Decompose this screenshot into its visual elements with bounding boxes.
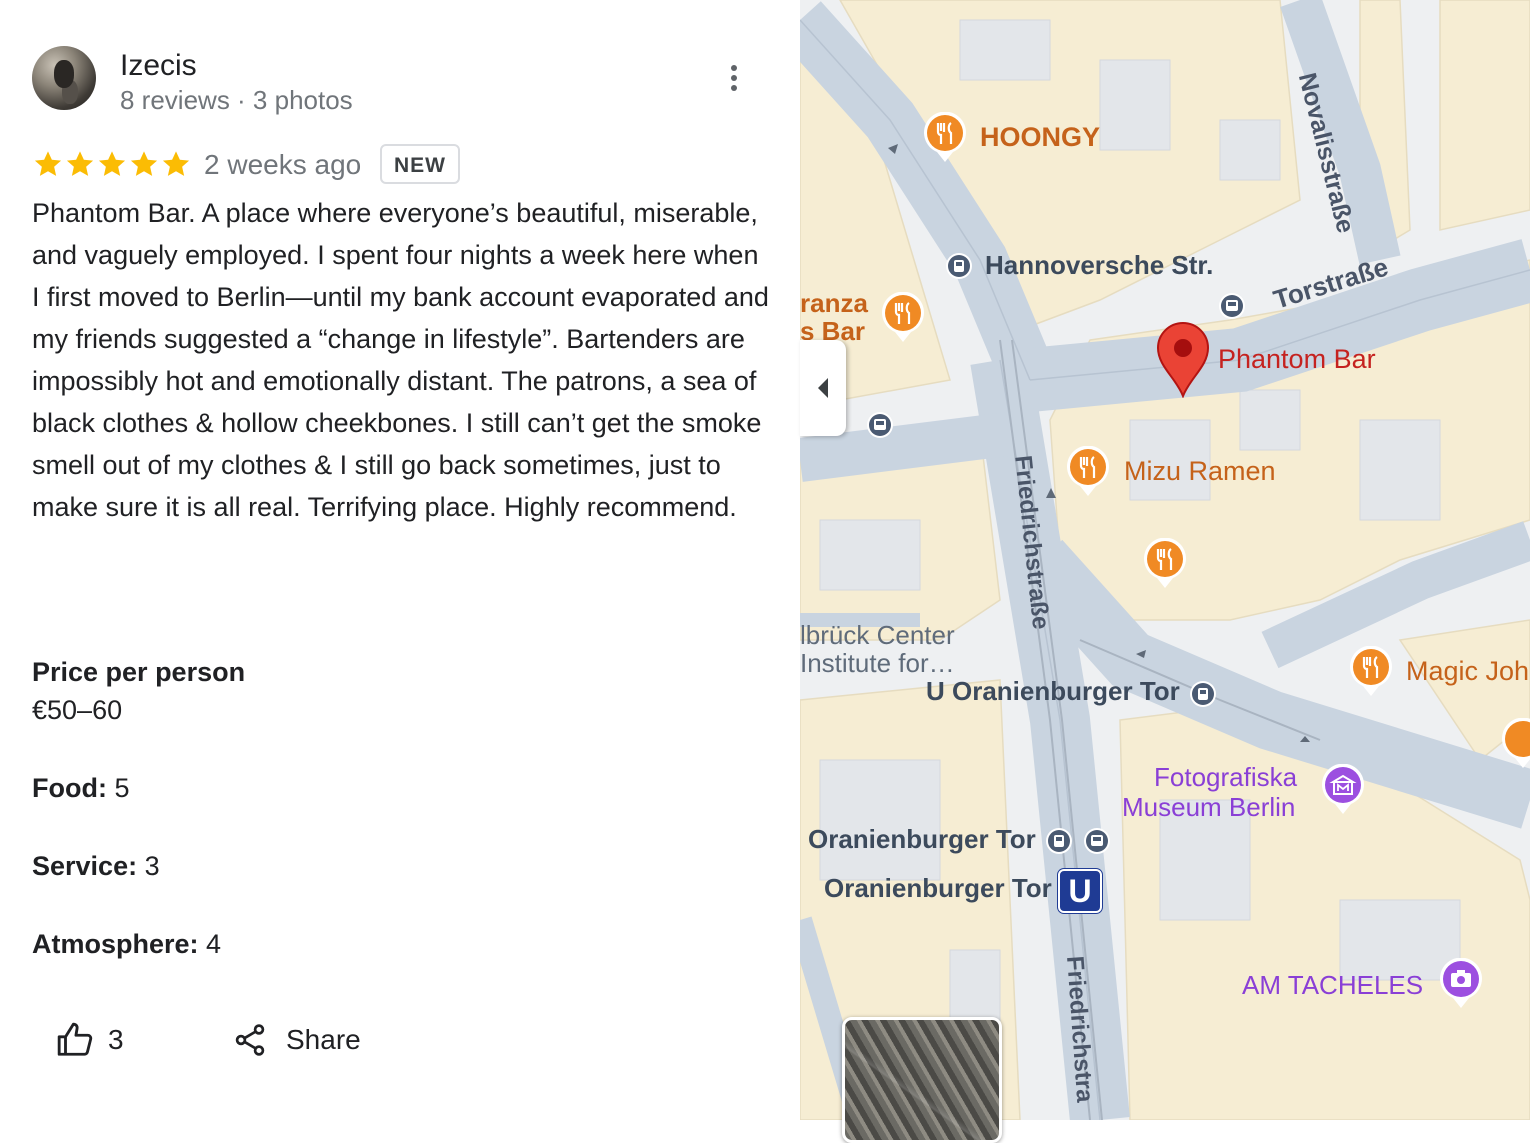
- star-icon: [130, 151, 158, 176]
- restaurant-icon: [924, 111, 966, 162]
- poi-label-oranienburger-tor[interactable]: Oranienburger Tor: [808, 824, 1036, 855]
- restaurant-marker-hoongy[interactable]: [922, 111, 968, 169]
- share-label: Share: [286, 1024, 361, 1055]
- star-icon: [34, 151, 62, 176]
- review-time: 2 weeks ago: [204, 149, 362, 180]
- poi-label-magic-johnson[interactable]: Magic Joh: [1406, 656, 1529, 687]
- poi-label-hannoversche[interactable]: Hannoversche Str.: [985, 250, 1213, 281]
- bus-stop-icon[interactable]: [1218, 292, 1246, 325]
- review-panel: Izecis 8 reviews · 3 photos 2 weeks ago …: [0, 0, 800, 1120]
- poi-label-oranienburger-tor-ubahn[interactable]: Oranienburger Tor: [824, 873, 1052, 904]
- thumbs-up-icon: [57, 1022, 93, 1056]
- service-value: 3: [144, 851, 160, 881]
- museum-marker-fotografiska[interactable]: [1320, 763, 1366, 821]
- satellite-layer-toggle[interactable]: [842, 1017, 1002, 1143]
- poi-label-ranza[interactable]: ranza: [800, 288, 868, 319]
- atmosphere-value: 4: [206, 929, 222, 959]
- camera-icon: [1440, 957, 1482, 1008]
- restaurant-icon: [1144, 537, 1186, 588]
- food-rating: Food: 5: [32, 770, 130, 806]
- map-view[interactable]: Novalisstraße Torstraße Friedrichstraße …: [800, 0, 1530, 1120]
- price-section: Price per person €50–60: [32, 654, 245, 728]
- star-icon: [98, 151, 126, 176]
- author-meta: 8 reviews · 3 photos: [120, 85, 353, 115]
- museum-icon: [1322, 763, 1364, 814]
- share-button[interactable]: Share: [232, 1016, 361, 1064]
- restaurant-marker[interactable]: [1142, 537, 1188, 595]
- review-text: Phantom Bar. A place where everyone’s be…: [32, 198, 769, 522]
- price-value: €50–60: [32, 695, 123, 725]
- more-options-icon[interactable]: [718, 62, 750, 106]
- like-button[interactable]: 3: [56, 1016, 124, 1064]
- food-label: Food:: [32, 773, 107, 803]
- bus-stop-icon[interactable]: [866, 411, 894, 444]
- poi-label-delbrueck[interactable]: lbrück Center: [800, 620, 955, 651]
- star-icon: [162, 151, 190, 176]
- price-label: Price per person: [32, 657, 246, 687]
- atmosphere-label: Atmosphere:: [32, 929, 199, 959]
- restaurant-marker-ranza[interactable]: [880, 291, 926, 349]
- poi-label-phantom-bar[interactable]: Phantom Bar: [1218, 344, 1376, 375]
- collapse-panel-button[interactable]: [800, 340, 846, 436]
- share-icon: [235, 1024, 265, 1056]
- restaurant-marker-magic-johnson[interactable]: [1348, 645, 1394, 703]
- avatar[interactable]: [32, 46, 96, 110]
- location-pin-icon: [1156, 322, 1210, 399]
- poi-label-u-oranienburger-tor[interactable]: U Oranienburger Tor: [926, 676, 1180, 707]
- restaurant-icon: [1350, 645, 1392, 696]
- restaurant-marker[interactable]: [1500, 717, 1530, 775]
- poi-label-delbrueck-2[interactable]: Institute for…: [800, 648, 955, 679]
- like-count: 3: [108, 1024, 124, 1055]
- poi-label-fotografiska-2[interactable]: Museum Berlin: [1122, 792, 1295, 823]
- new-badge: NEW: [380, 144, 460, 184]
- restaurant-icon: [882, 291, 924, 342]
- selected-place-pin[interactable]: [1156, 322, 1210, 403]
- restaurant-marker-mizu-ramen[interactable]: [1065, 445, 1111, 503]
- poi-label-mizu-ramen[interactable]: Mizu Ramen: [1124, 456, 1276, 487]
- poi-label-fotografiska[interactable]: Fotografiska: [1154, 762, 1297, 793]
- restaurant-icon: [1067, 445, 1109, 496]
- author-name[interactable]: Izecis: [120, 48, 197, 84]
- tram-stop-icon[interactable]: [1189, 680, 1217, 713]
- food-value: 5: [114, 773, 130, 803]
- atmosphere-rating: Atmosphere: 4: [32, 926, 221, 962]
- chevron-left-icon: [818, 378, 828, 398]
- tram-stop-icon[interactable]: [945, 252, 973, 285]
- restaurant-icon: [1502, 717, 1530, 768]
- poi-label-am-tacheles[interactable]: AM TACHELES: [1242, 970, 1423, 1001]
- ubahn-station-icon[interactable]: U: [1058, 869, 1102, 913]
- service-rating: Service: 3: [32, 848, 160, 884]
- bus-stop-icon[interactable]: [1083, 827, 1111, 860]
- attraction-marker-am-tacheles[interactable]: [1438, 957, 1484, 1015]
- star-rating: [32, 146, 192, 182]
- poi-label-hoongy[interactable]: HOONGY: [980, 122, 1100, 153]
- service-label: Service:: [32, 851, 138, 881]
- star-icon: [66, 151, 94, 176]
- tram-stop-icon[interactable]: [1045, 827, 1073, 860]
